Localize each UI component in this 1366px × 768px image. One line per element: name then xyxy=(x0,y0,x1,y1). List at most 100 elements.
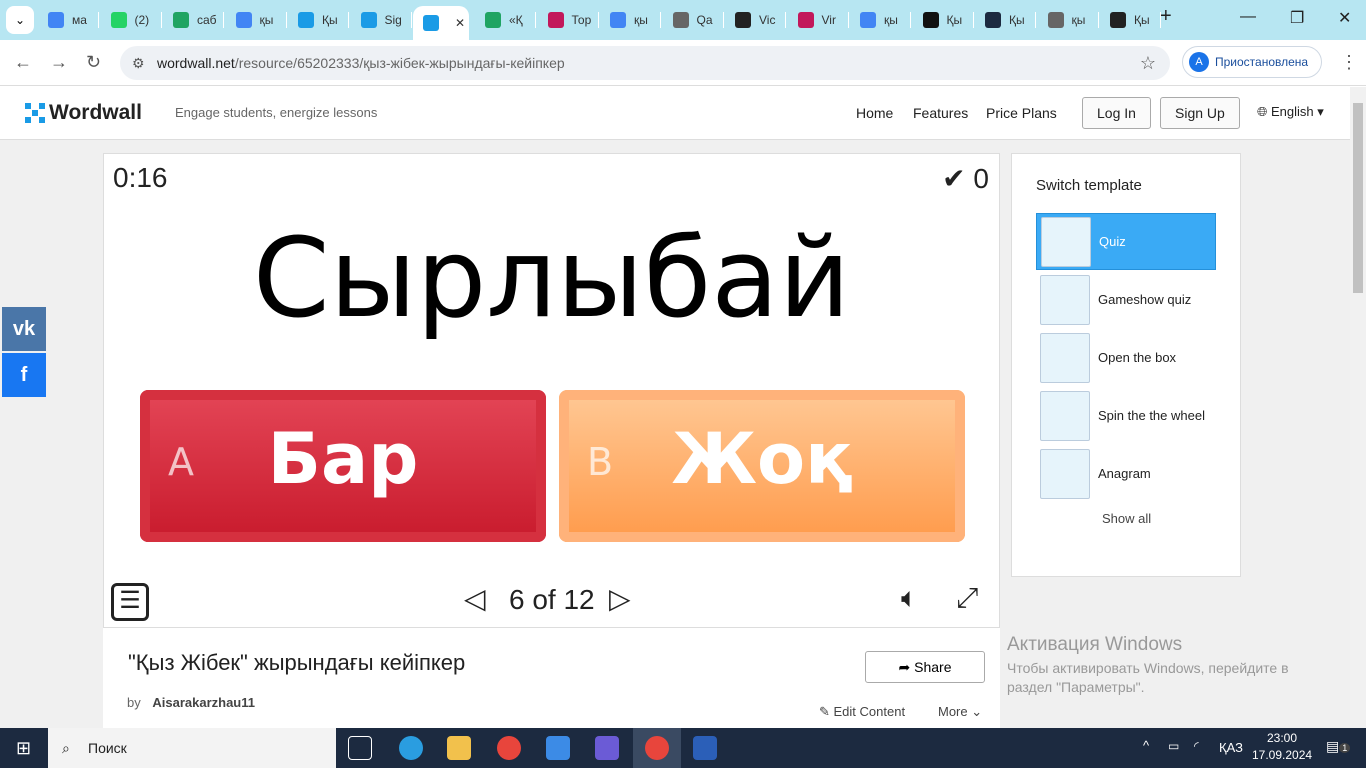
answer-a-button[interactable]: A Бар xyxy=(140,390,546,542)
photos-icon[interactable] xyxy=(546,736,570,760)
wordwall-icon xyxy=(298,12,314,28)
edge-icon[interactable] xyxy=(399,736,423,760)
template-label: Quiz xyxy=(1099,234,1126,249)
site-info-icon[interactable]: ⚙ xyxy=(132,46,145,80)
wifi-icon[interactable]: ◜ xyxy=(1194,739,1199,753)
answer-b-button[interactable]: B Жоқ xyxy=(559,390,965,542)
more-label: More xyxy=(938,704,968,719)
browser-tab[interactable]: қы xyxy=(230,8,274,32)
vk-share-button[interactable]: vk xyxy=(2,307,46,351)
browser-tab[interactable]: Қы xyxy=(979,8,1025,32)
browser-tab[interactable]: Vir xyxy=(792,8,836,32)
scrollbar[interactable] xyxy=(1350,87,1366,728)
copilot-icon[interactable] xyxy=(595,736,619,760)
show-hidden-icons[interactable]: ^ xyxy=(1143,738,1149,753)
windows-start-icon[interactable]: ⊞ xyxy=(16,738,31,759)
more-button[interactable]: More ⌄ xyxy=(938,704,982,720)
browser-tab[interactable]: қы xyxy=(854,8,898,32)
tab-title: Sig xyxy=(384,13,402,27)
template-anagram[interactable]: Anagram xyxy=(1036,445,1216,502)
template-label: Anagram xyxy=(1098,466,1151,481)
browser-tab[interactable]: Qa xyxy=(667,8,713,32)
url-host: wordwall.net xyxy=(157,55,235,71)
ba-icon xyxy=(985,12,1001,28)
switch-template-panel: Switch template Quiz Gameshow quiz Open … xyxy=(1011,153,1241,577)
globe-icon: 🌐︎ xyxy=(1257,104,1272,119)
fullscreen-icon[interactable]: ⤢ xyxy=(956,582,978,615)
template-gameshow-quiz[interactable]: Gameshow quiz xyxy=(1036,271,1216,328)
tab-search-button[interactable]: ⌄ xyxy=(6,6,34,34)
notification-count: 1 xyxy=(1339,743,1351,753)
tab-separator xyxy=(785,12,786,28)
nav-price-plans[interactable]: Price Plans xyxy=(986,105,1057,121)
browser-tab[interactable]: Vic xyxy=(729,8,775,32)
browser-tab[interactable]: қы xyxy=(1042,8,1085,32)
prev-icon[interactable]: ◁ xyxy=(464,582,486,615)
tab-title: саб xyxy=(197,13,217,27)
bookmark-star-icon[interactable]: ☆ xyxy=(1140,46,1156,80)
browser-tab[interactable]: ✕ xyxy=(413,6,469,40)
back-icon[interactable]: ← xyxy=(14,52,32,73)
browser-tab[interactable]: саб xyxy=(167,8,217,32)
facebook-share-button[interactable]: f xyxy=(2,353,46,397)
scrollbar-thumb[interactable] xyxy=(1353,103,1363,293)
browser-tab[interactable]: Тор xyxy=(542,8,591,32)
search-label: Поиск xyxy=(88,740,127,756)
sound-icon[interactable]: 🔈︎ xyxy=(901,582,918,615)
signup-button[interactable]: Sign Up xyxy=(1160,97,1240,129)
edit-label: Edit Content xyxy=(833,704,906,719)
wordwall-logo[interactable]: Wordwall xyxy=(25,101,142,125)
input-language[interactable]: ҚАЗ xyxy=(1219,740,1243,755)
next-icon[interactable]: ▷ xyxy=(609,582,631,615)
file-explorer-icon[interactable] xyxy=(447,736,471,760)
language-select[interactable]: 🌐︎ English ▾ xyxy=(1257,104,1324,120)
menu-icon[interactable]: ⋮ xyxy=(1340,52,1358,73)
edit-content-button[interactable]: ✎ Edit Content xyxy=(819,704,905,720)
login-button[interactable]: Log In xyxy=(1082,97,1151,129)
template-spin-the-wheel[interactable]: Spin the the wheel xyxy=(1036,387,1216,444)
battery-icon[interactable]: ▭ xyxy=(1168,739,1179,753)
tab-title: Vir xyxy=(821,13,836,27)
share-button[interactable]: ➦ Share xyxy=(865,651,985,683)
browser-tab[interactable]: Қы xyxy=(1104,8,1150,32)
url-input[interactable]: wordwall.net/resource/65202333/қыз-жібек… xyxy=(120,46,1170,80)
reload-icon[interactable]: ↻ xyxy=(86,52,101,73)
nav-home[interactable]: Home xyxy=(856,105,893,121)
template-quiz[interactable]: Quiz xyxy=(1036,213,1216,270)
browser-tab[interactable]: Sig xyxy=(355,8,402,32)
did-icon xyxy=(735,12,751,28)
maximize-button[interactable]: ❐ xyxy=(1290,8,1304,28)
search-icon: ⌕ xyxy=(62,740,70,756)
notifications-icon[interactable]: ▤ 1 xyxy=(1326,738,1351,755)
template-label: Gameshow quiz xyxy=(1098,292,1192,307)
clock[interactable]: 23:00 17.09.2024 xyxy=(1252,731,1312,762)
close-tab-icon[interactable]: ✕ xyxy=(455,16,465,30)
browser-tab[interactable]: «Қ xyxy=(479,8,523,32)
author-link[interactable]: Aisarakarzhau11 xyxy=(152,695,255,710)
browser-tab[interactable]: (2) xyxy=(105,8,150,32)
chrome-active-task[interactable] xyxy=(633,728,681,768)
browser-tab[interactable]: Қы xyxy=(917,8,963,32)
word-icon[interactable] xyxy=(693,736,717,760)
nav-features[interactable]: Features xyxy=(913,105,968,121)
browser-tab[interactable]: қы xyxy=(604,8,648,32)
menu-icon[interactable]: ☰ xyxy=(111,583,149,621)
chrome-icon[interactable] xyxy=(497,736,521,760)
tab-title: қы xyxy=(259,13,274,27)
profile-button[interactable]: A Приостановлена xyxy=(1182,46,1322,78)
tab-title: Қы xyxy=(946,13,963,27)
new-tab-button[interactable]: + xyxy=(1160,5,1172,28)
close-window-button[interactable]: ✕ xyxy=(1338,8,1351,28)
tab-title: Қы xyxy=(1134,13,1150,27)
tab-title: (2) xyxy=(134,13,150,27)
forward-icon[interactable]: → xyxy=(50,52,68,73)
show-all-link[interactable]: Show all xyxy=(1102,511,1151,526)
taskbar-search[interactable]: ⌕ Поиск xyxy=(48,728,336,768)
browser-tab[interactable]: ма xyxy=(42,8,87,32)
tab-separator xyxy=(535,12,536,28)
template-open-the-box[interactable]: Open the box xyxy=(1036,329,1216,386)
page-indicator: 6 of 12 xyxy=(509,584,595,615)
browser-tab[interactable]: Қы xyxy=(292,8,338,32)
minimize-button[interactable]: — xyxy=(1240,8,1256,26)
task-view-icon[interactable] xyxy=(348,736,372,760)
